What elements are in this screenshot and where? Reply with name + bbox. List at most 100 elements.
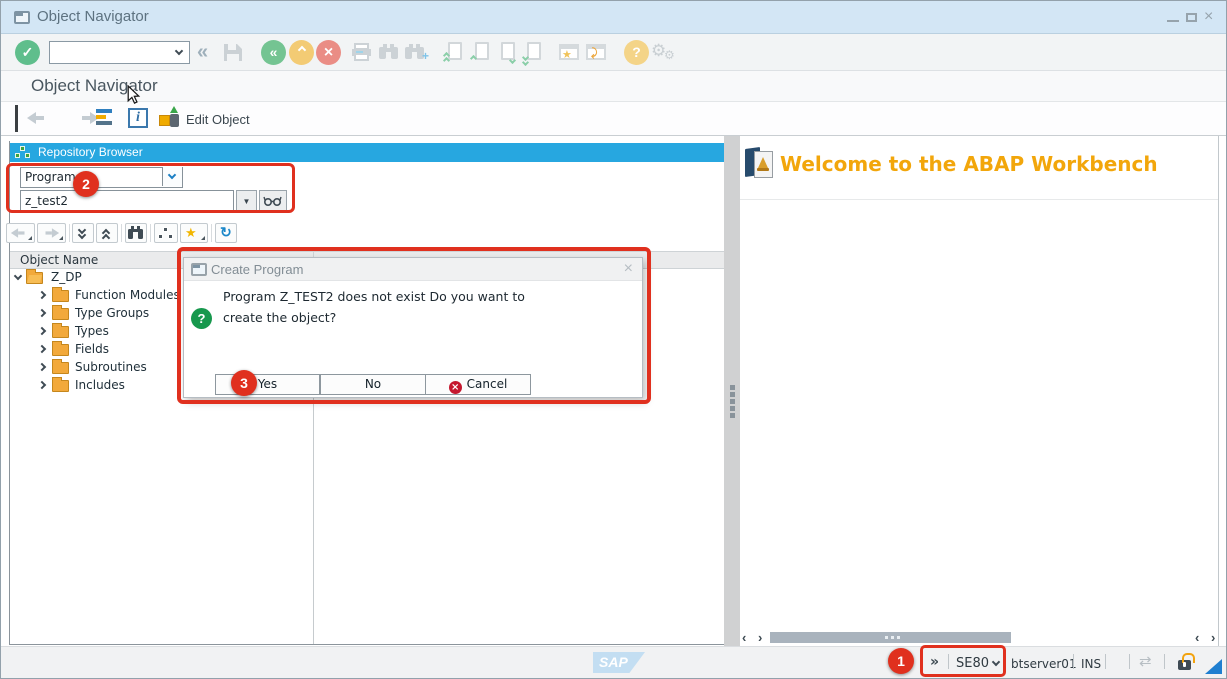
tree-item-label[interactable]: Subroutines xyxy=(75,360,147,374)
collapsed-chevron-icon[interactable] xyxy=(38,381,46,389)
command-field[interactable] xyxy=(49,41,190,64)
collapsed-chevron-icon[interactable] xyxy=(38,309,46,317)
column-header-label: Object Name xyxy=(20,252,98,268)
collapsed-chevron-icon[interactable] xyxy=(38,363,46,371)
annotation-step-3: 3 xyxy=(231,370,257,396)
up-icon xyxy=(470,55,477,62)
resize-grip[interactable] xyxy=(1205,659,1222,674)
annotation-step-2-label: 2 xyxy=(82,176,90,192)
x-icon: × xyxy=(324,44,333,61)
folder-icon xyxy=(52,290,69,302)
chevron-down-icon[interactable] xyxy=(175,47,183,55)
hierarchy-sq xyxy=(163,227,168,232)
customize-gear-small-icon[interactable]: ⚙ xyxy=(664,48,675,62)
scroll-right-icon[interactable]: › xyxy=(758,630,762,645)
welcome-divider xyxy=(740,199,1218,200)
maximize-button[interactable] xyxy=(1186,13,1197,22)
close-button[interactable]: × xyxy=(1204,9,1213,25)
edit-object-arrow xyxy=(170,106,178,113)
minimize-button[interactable] xyxy=(1167,20,1179,22)
find-icon[interactable] xyxy=(378,44,399,59)
command-input[interactable] xyxy=(52,44,170,61)
security-lock-icon[interactable] xyxy=(1178,660,1191,670)
folder-icon xyxy=(52,308,69,320)
splitter-grip[interactable] xyxy=(730,385,735,390)
first-page-icon[interactable] xyxy=(448,42,462,60)
status-separator xyxy=(1105,654,1106,669)
insert-mode-indicator: INS xyxy=(1081,657,1101,671)
page-header-row xyxy=(1,71,1226,102)
create-shortcut-icon[interactable]: ⤸ xyxy=(586,44,606,60)
edit-object-icon[interactable] xyxy=(159,107,181,129)
folder-icon xyxy=(52,362,69,374)
collapse-toolbar-icon[interactable]: « xyxy=(197,41,208,64)
tree-item-label[interactable]: Function Modules xyxy=(75,288,180,302)
panel-bottom-border xyxy=(9,644,725,645)
collapsed-chevron-icon[interactable] xyxy=(38,327,46,335)
panel-splitter[interactable] xyxy=(724,136,740,646)
annotation-step-1-label: 1 xyxy=(897,653,905,669)
save-icon[interactable] xyxy=(223,43,243,62)
mouse-cursor xyxy=(127,85,141,105)
horizontal-scrollbar-thumb[interactable] xyxy=(770,632,1011,643)
tree-forward-button[interactable] xyxy=(37,223,66,243)
arrow-left-icon xyxy=(11,228,26,238)
enter-button[interactable]: ✓ xyxy=(15,40,40,65)
hierarchy-sq xyxy=(158,234,163,239)
scroll-left-icon[interactable]: ‹ xyxy=(1195,630,1199,645)
collapse-all-button[interactable] xyxy=(96,223,118,243)
toolbar-separator xyxy=(211,224,212,242)
collapsed-chevron-icon[interactable] xyxy=(38,345,46,353)
toolbar-separator xyxy=(150,224,151,242)
annotation-step-3-label: 3 xyxy=(240,375,248,391)
print-icon[interactable] xyxy=(351,43,372,61)
window-title: Object Navigator xyxy=(37,8,149,25)
find-dark-icon xyxy=(127,226,144,239)
exit-button[interactable] xyxy=(289,40,314,65)
double-down-icon2 xyxy=(522,59,529,66)
refresh-button[interactable]: ↻ xyxy=(215,223,237,243)
collapsed-chevron-icon[interactable] xyxy=(38,291,46,299)
star-icon: ★ xyxy=(562,48,572,61)
tree-find-button[interactable] xyxy=(125,223,147,243)
tree-item-label[interactable]: Types xyxy=(75,324,109,338)
right-panel-border xyxy=(1218,136,1219,646)
window-icon xyxy=(14,11,30,24)
previous-page-icon[interactable] xyxy=(475,42,489,60)
tree-root-label[interactable]: Z_DP xyxy=(51,270,82,284)
info-icon[interactable]: i xyxy=(128,108,148,128)
dropdown-corner xyxy=(28,232,32,240)
object-list-icon[interactable] xyxy=(96,109,112,113)
cancel-button[interactable]: × xyxy=(316,40,341,65)
back-button[interactable]: « xyxy=(261,40,286,65)
history-back-icon[interactable] xyxy=(27,112,46,124)
shortcut-arrow-icon: ⤸ xyxy=(591,47,598,60)
data-transfer-icon: ⇄ xyxy=(1139,652,1152,670)
status-separator xyxy=(1073,654,1074,669)
tree-item-label[interactable]: Includes xyxy=(75,378,125,392)
worklist-button[interactable] xyxy=(154,223,178,243)
status-separator xyxy=(1129,654,1130,669)
star-icon: ★ xyxy=(185,225,197,241)
edit-object-button[interactable]: Edit Object xyxy=(186,112,250,127)
folder-icon xyxy=(52,326,69,338)
tree-item-label[interactable]: Type Groups xyxy=(75,306,149,320)
toolbar-separator xyxy=(121,224,122,242)
new-session-icon[interactable]: ★ xyxy=(559,44,579,60)
status-separator xyxy=(1164,654,1165,669)
expanded-chevron-icon[interactable] xyxy=(14,272,22,280)
scroll-left-icon[interactable]: ‹ xyxy=(742,630,746,645)
check-icon: ✓ xyxy=(22,44,34,60)
annotation-box-step2 xyxy=(6,163,295,213)
object-list-icon-mid xyxy=(96,115,106,119)
expand-all-button[interactable] xyxy=(72,223,94,243)
tree-item-label[interactable]: Fields xyxy=(75,342,109,356)
tree-back-button[interactable] xyxy=(6,223,35,243)
help-button[interactable]: ? xyxy=(624,40,649,65)
annotation-box-step1 xyxy=(920,645,1006,677)
hierarchy-sq xyxy=(168,234,173,239)
favorites-button[interactable]: ★ xyxy=(180,223,208,243)
edit-object-cube xyxy=(159,115,170,126)
sap-gui-window: Object Navigator × ✓ « « × + xyxy=(0,0,1227,679)
scroll-right-icon[interactable]: › xyxy=(1211,630,1215,645)
